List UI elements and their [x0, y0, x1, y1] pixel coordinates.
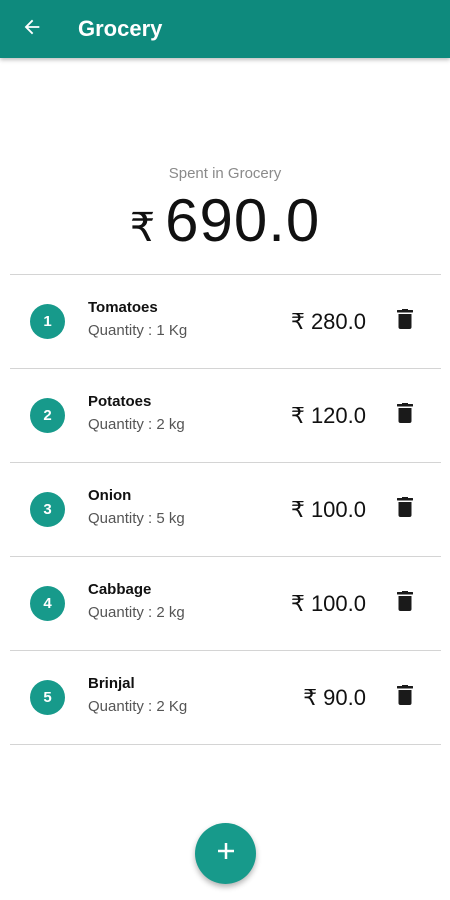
trash-icon: [397, 591, 413, 616]
item-name: Tomatoes: [88, 299, 158, 316]
summary-amount: ₹ 690.0: [0, 186, 450, 255]
list-item[interactable]: 4 Cabbage Quantity : 2 kg ₹ 100.0: [10, 557, 441, 651]
spending-summary: Spent in Grocery ₹ 690.0: [0, 165, 450, 255]
delete-button[interactable]: [393, 684, 417, 712]
trash-icon: [397, 685, 413, 710]
item-index-badge: 4: [30, 586, 65, 621]
item-index-badge: 5: [30, 680, 65, 715]
grocery-list: 1 Tomatoes Quantity : 1 Kg ₹ 280.0 2 Pot…: [10, 274, 441, 745]
delete-button[interactable]: [393, 590, 417, 618]
item-quantity: Quantity : 2 Kg: [88, 698, 188, 715]
item-index-badge: 3: [30, 492, 65, 527]
trash-icon: [397, 403, 413, 428]
list-item[interactable]: 1 Tomatoes Quantity : 1 Kg ₹ 280.0: [10, 275, 441, 369]
list-item[interactable]: 5 Brinjal Quantity : 2 Kg ₹ 90.0: [10, 651, 441, 745]
trash-icon: [397, 497, 413, 522]
item-price: ₹ 100.0: [290, 590, 366, 616]
trash-icon: [397, 309, 413, 334]
plus-icon: [216, 841, 236, 866]
list-item[interactable]: 3 Onion Quantity : 5 kg ₹ 100.0: [10, 463, 441, 557]
summary-label: Spent in Grocery: [168, 165, 282, 182]
item-quantity: Quantity : 2 kg: [88, 604, 185, 621]
delete-button[interactable]: [393, 308, 417, 336]
page-title: Grocery: [78, 16, 163, 41]
total-amount: 690.0: [165, 187, 321, 254]
item-quantity: Quantity : 5 kg: [88, 510, 185, 527]
item-quantity: Quantity : 1 Kg: [88, 322, 188, 339]
add-item-button[interactable]: [195, 823, 256, 884]
item-name: Brinjal: [88, 675, 135, 692]
item-quantity: Quantity : 2 kg: [88, 416, 185, 433]
delete-button[interactable]: [393, 496, 417, 524]
item-name: Potatoes: [88, 393, 152, 410]
item-index-badge: 1: [30, 304, 65, 339]
item-price: ₹ 100.0: [290, 496, 366, 522]
list-item[interactable]: 2 Potatoes Quantity : 2 kg ₹ 120.0: [10, 369, 441, 463]
item-name: Onion: [88, 487, 132, 504]
item-price: ₹ 280.0: [290, 308, 366, 334]
item-price: ₹ 90.0: [303, 684, 366, 710]
back-button[interactable]: [0, 0, 64, 58]
delete-button[interactable]: [393, 402, 417, 430]
item-name: Cabbage: [88, 581, 152, 598]
app-bar: Grocery: [0, 0, 450, 58]
arrow-left-icon: [21, 16, 43, 43]
item-price: ₹ 120.0: [290, 402, 366, 428]
item-index-badge: 2: [30, 398, 65, 433]
currency-symbol: ₹: [129, 206, 156, 250]
